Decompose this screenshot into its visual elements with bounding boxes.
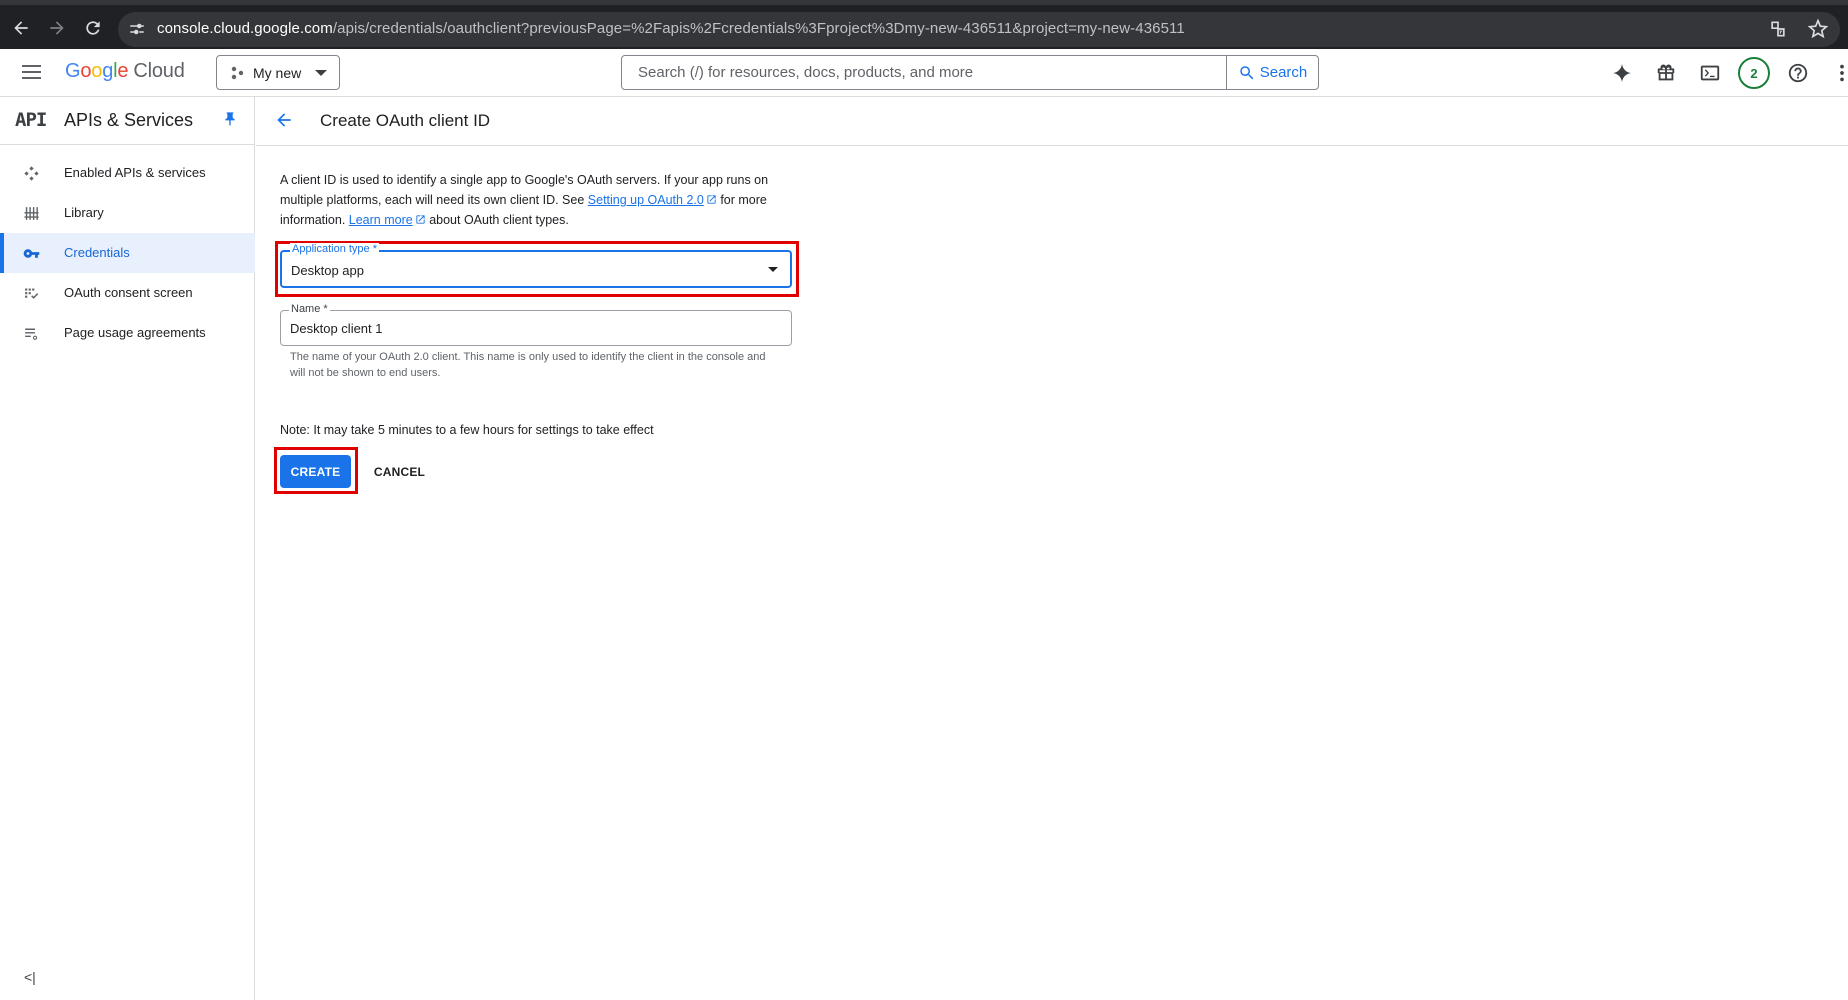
sidebar: API APIs & Services Enabled APIs & servi… [0,97,255,1000]
agreements-icon [23,325,41,343]
reload-icon[interactable] [80,15,106,41]
name-helper-text: The name of your OAuth 2.0 client. This … [290,351,766,379]
intro-text: A client ID is used to identify a single… [280,170,800,230]
site-info-icon[interactable] [128,20,148,40]
google-cloud-logo[interactable]: Google Cloud [65,60,185,83]
api-logo: API [15,109,47,131]
sidebar-item-label: Page usage agreements [64,325,206,340]
create-button[interactable]: CREATE [280,455,351,488]
help-icon[interactable] [1785,60,1811,86]
search-button[interactable]: Search [1226,56,1318,89]
back-arrow-icon[interactable] [274,110,296,132]
url-text[interactable]: console.cloud.google.com/apis/credential… [157,20,1185,37]
sidebar-item-page-usage[interactable]: Page usage agreements [0,313,255,353]
project-picker[interactable]: My new [216,55,340,90]
logo-letter: o [91,60,103,82]
sidebar-nav: Enabled APIs & services Library Credenti… [0,153,255,353]
gemini-icon[interactable] [1609,60,1635,86]
bookmark-star-icon[interactable] [1807,18,1830,41]
gift-icon[interactable] [1653,60,1679,86]
more-vert-icon[interactable] [1829,60,1848,86]
sidebar-item-credentials[interactable]: Credentials [0,233,255,273]
cancel-button[interactable]: CANCEL [362,455,437,488]
setting-up-oauth-link[interactable]: Setting up OAuth 2.0 [588,193,704,207]
sidebar-item-enabled-apis[interactable]: Enabled APIs & services [0,153,255,193]
logo-letter: o [80,60,92,82]
name-field-value: Desktop client 1 [290,321,383,336]
project-name: My new [253,64,302,81]
pin-icon[interactable] [222,111,240,129]
consent-screen-icon [23,285,41,303]
menu-icon[interactable] [21,62,43,84]
sidebar-item-label: Credentials [64,245,130,260]
browser-toolbar: console.cloud.google.com/apis/credential… [0,0,1848,49]
external-link-icon [415,211,426,224]
search-icon [1239,65,1254,79]
form-content: A client ID is used to identify a single… [280,170,800,230]
back-arrow-icon[interactable] [8,15,34,41]
name-field-label: Name * [289,303,330,316]
key-icon [23,245,41,263]
translate-icon[interactable] [1768,19,1790,41]
application-type-label: Application type * [290,243,379,256]
settings-note: Note: It may take 5 minutes to a few hou… [280,423,654,437]
sidebar-item-label: Library [64,205,104,220]
collapse-sidebar-icon[interactable]: <| [24,969,36,985]
name-field[interactable]: Name * Desktop client 1 [280,303,792,346]
sidebar-item-label: Enabled APIs & services [64,165,206,180]
logo-letter: G [65,60,81,82]
page-title: Create OAuth client ID [320,111,491,130]
sidebar-item-label: OAuth consent screen [64,285,193,300]
logo-cloud-text: Cloud [133,60,185,82]
terminal-icon[interactable] [1697,60,1723,86]
logo-letter: g [102,60,114,82]
application-type-value: Desktop app [291,263,364,278]
external-link-icon [706,191,717,204]
application-type-select[interactable]: Application type * Desktop app [280,243,792,288]
library-icon [23,205,41,223]
sidebar-header: API APIs & Services [0,97,255,145]
search-button-label: Search [1259,64,1308,81]
forward-arrow-icon[interactable] [44,15,70,41]
sidebar-title[interactable]: APIs & Services [64,110,193,131]
search-box: Search [621,55,1319,90]
learn-more-link[interactable]: Learn more [349,213,413,227]
sidebar-item-library[interactable]: Library [0,193,255,233]
dropdown-arrow-icon [768,267,778,272]
intro-text-part: about OAuth client types. [425,213,569,227]
url-host: console.cloud.google.com [157,20,333,37]
address-bar[interactable]: console.cloud.google.com/apis/credential… [118,12,1840,47]
chevron-down-icon [315,69,328,76]
cloud-header: GoogleCloud My new Search 2 [0,49,1848,97]
url-path: /apis/credentials/oauthclient?previousPa… [332,20,1185,37]
logo-letter: e [117,60,129,82]
search-input[interactable] [622,56,1226,89]
page-header: Create OAuth client ID [256,97,1848,146]
notification-badge[interactable]: 2 [1738,57,1770,89]
project-dots-icon [231,66,244,79]
enabled-apis-icon [23,165,41,183]
sidebar-item-oauth-consent[interactable]: OAuth consent screen [0,273,255,313]
